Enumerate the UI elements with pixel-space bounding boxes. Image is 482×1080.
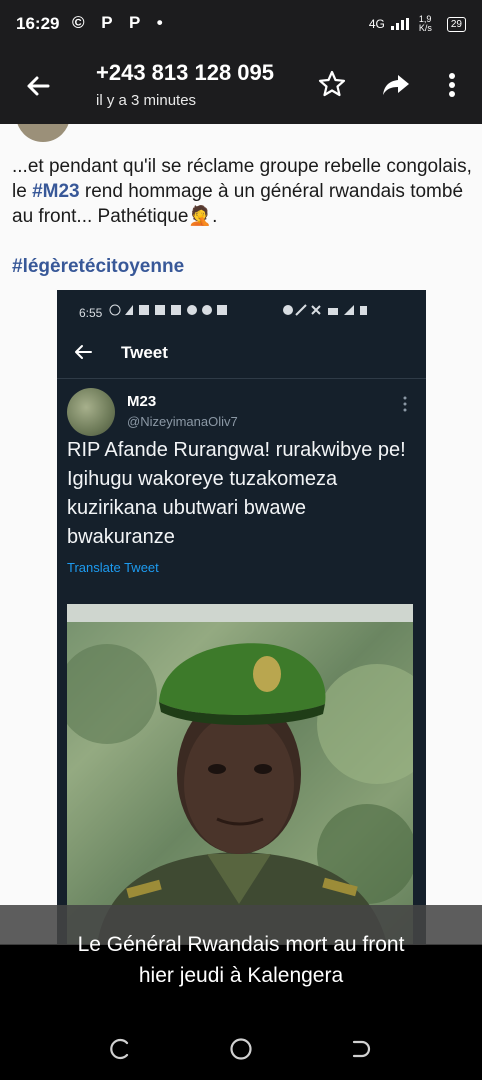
notification-icons [109, 304, 227, 316]
forward-icon[interactable] [382, 71, 410, 99]
screenshot-notification-icons [109, 304, 229, 319]
author-avatar [16, 124, 70, 142]
screenshot-status-bar: 6:55 [57, 290, 426, 330]
back-nav-icon[interactable] [350, 1037, 374, 1061]
status-time: 16:29 [16, 14, 60, 33]
app-bar: +243 813 128 095 il y a 3 minutes [0, 52, 482, 124]
contact-name: +243 813 128 095 [96, 60, 275, 85]
account-handle: @NizeyimanaOliv7 [127, 414, 238, 429]
more-vert-icon[interactable] [440, 69, 464, 101]
post-text-part: rend hommage à un général rwandais tombé… [12, 181, 464, 227]
signal-icon [390, 18, 409, 30]
hashtag-link[interactable]: #légèretécitoyenne [12, 256, 184, 278]
caption-line: hier jeudi à Kalengera [138, 964, 344, 987]
translate-tweet-link: Translate Tweet [67, 560, 159, 575]
screenshot-system-icons [282, 304, 368, 319]
home-icon[interactable] [229, 1037, 253, 1061]
status-caption: Le Général Rwandais mort au front hier j… [0, 929, 482, 991]
back-arrow-icon [75, 345, 92, 359]
speed-label: 1,9 K/s [418, 14, 432, 33]
status-bar: 16:29 © P P • 4G 1,9 K/s 29 [0, 0, 482, 52]
post-timestamp: il y a 3 minutes [96, 92, 197, 109]
hashtag-link-m23[interactable]: #M23 [32, 181, 80, 202]
tweet-photo [67, 604, 413, 944]
tweet-screenshot: 6:55 Tweet M23 @NizeyimanaOliv7 RIP Afan… [57, 290, 426, 944]
notification-icons: © P P • [72, 13, 169, 32]
tweet-text: RIP Afande Rurangwa! rurakwibye pe! Igih… [67, 439, 406, 548]
facepalm-emoji: 🤦 [188, 206, 213, 227]
battery-icon: 29 [446, 16, 466, 32]
post-text: ...et pendant qu'il se réclame groupe re… [12, 154, 472, 229]
more-vert-icon [403, 396, 407, 412]
account-name: M23 [127, 393, 157, 410]
star-icon[interactable] [318, 70, 346, 98]
system-icons [283, 304, 367, 316]
status-post: ...et pendant qu'il se réclame groupe re… [0, 124, 482, 944]
general-portrait [67, 622, 413, 944]
network-label: 4G [368, 17, 385, 31]
caption-line: Le Général Rwandais mort au front [77, 933, 405, 956]
account-avatar [67, 388, 115, 436]
post-text-part: . [212, 206, 218, 227]
screenshot-time: 6:55 [79, 306, 103, 320]
screenshot-header: Tweet [57, 330, 426, 379]
screenshot-title: Tweet [121, 343, 168, 362]
back-arrow-icon[interactable] [22, 70, 54, 102]
system-navigation-bar [0, 1015, 482, 1080]
status-right-icons: 4G 1,9 K/s 29 [369, 15, 466, 33]
recent-apps-icon[interactable] [108, 1037, 132, 1061]
